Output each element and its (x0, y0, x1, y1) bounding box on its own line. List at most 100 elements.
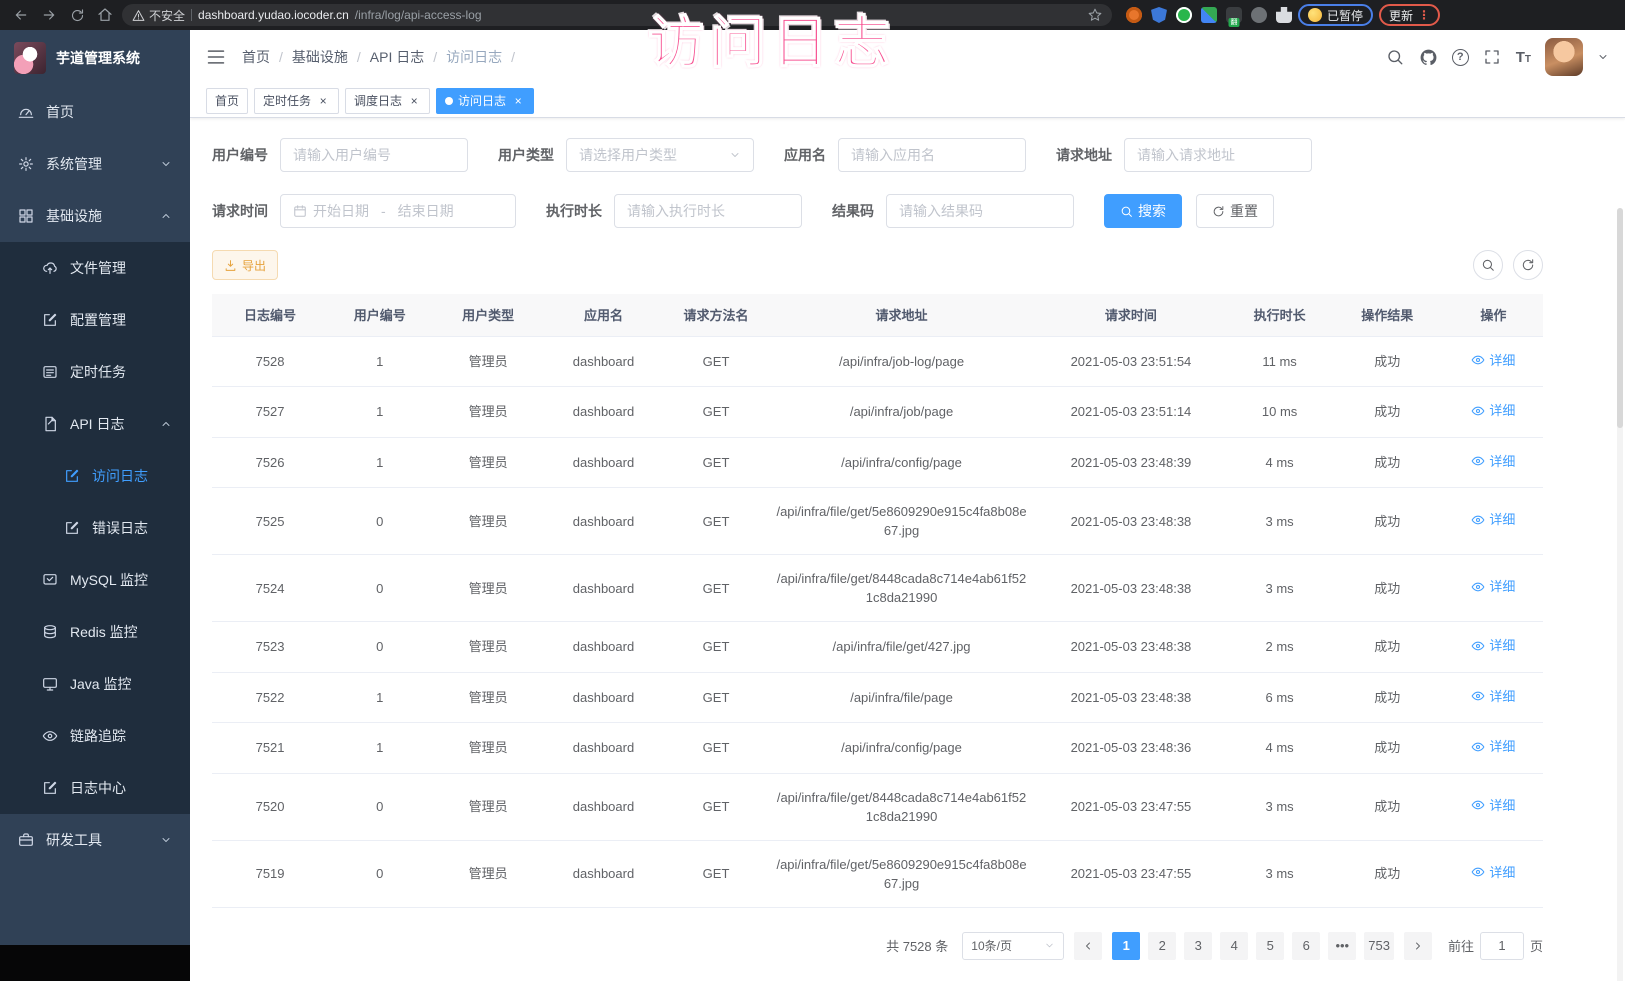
sidebar-item-error-log[interactable]: 错误日志 (0, 502, 190, 554)
sidebar-item-mysql-monitor[interactable]: MySQL 监控 (0, 554, 190, 606)
bookmark-star-icon[interactable] (1088, 8, 1102, 22)
home-icon[interactable] (94, 4, 116, 26)
eye-icon (1471, 689, 1485, 703)
next-page-button[interactable] (1404, 932, 1432, 960)
sidebar-item-trace[interactable]: 链路追踪 (0, 710, 190, 762)
page-button[interactable]: 753 (1364, 932, 1394, 960)
sidebar-item-log-center[interactable]: 日志中心 (0, 762, 190, 814)
export-button[interactable]: 导出 (212, 250, 278, 280)
user-avatar[interactable] (1545, 38, 1583, 76)
breadcrumb-item[interactable]: 首页 (242, 47, 270, 67)
page-button[interactable]: 2 (1148, 932, 1176, 960)
cell-log-id: 7520 (212, 773, 328, 840)
hamburger-icon[interactable] (206, 47, 226, 67)
breadcrumb-item[interactable]: API 日志 (370, 47, 424, 67)
url-divider (191, 9, 192, 21)
duration-input[interactable]: 请输入执行时长 (614, 194, 802, 228)
detail-link[interactable]: 详细 (1471, 687, 1515, 706)
jump-page-input[interactable] (1480, 932, 1524, 960)
extension-icon-grid[interactable] (1201, 7, 1217, 23)
cell-user-id: 1 (328, 672, 431, 723)
font-size-icon[interactable]: TT (1516, 49, 1531, 66)
user-id-input[interactable]: 请输入用户编号 (280, 138, 468, 172)
fullscreen-icon[interactable] (1483, 48, 1502, 67)
detail-link[interactable]: 详细 (1471, 510, 1515, 529)
page-button[interactable]: 3 (1184, 932, 1212, 960)
scrollbar-thumb[interactable] (1617, 208, 1623, 428)
toggle-search-button[interactable] (1473, 250, 1503, 280)
extension-icon-shield[interactable] (1151, 7, 1167, 23)
forward-icon[interactable] (38, 4, 60, 26)
breadcrumb-item[interactable]: 基础设施 (292, 47, 348, 67)
tab[interactable]: 访问日志 × (436, 88, 534, 114)
tab[interactable]: 调度日志 × (345, 88, 430, 114)
breadcrumb-item[interactable]: 访问日志 (446, 47, 502, 67)
column-header: 用户编号 (328, 294, 431, 336)
cell-request-time: 2021-05-03 23:47:55 (1033, 773, 1228, 840)
sidebar-item-scheduled-job[interactable]: 定时任务 (0, 346, 190, 398)
detail-link[interactable]: 详细 (1471, 351, 1515, 370)
result-code-input[interactable]: 请输入结果码 (886, 194, 1074, 228)
app-name-input[interactable]: 请输入应用名 (838, 138, 1026, 172)
user-type-select[interactable]: 请选择用户类型 (566, 138, 754, 172)
extension-icon-orange[interactable] (1126, 7, 1142, 23)
detail-link[interactable]: 详细 (1471, 796, 1515, 815)
pagination: 共 7528 条 10条/页 123456•••753 前往 页 (212, 932, 1543, 960)
cell-user-id: 1 (328, 336, 431, 387)
request-time-range-picker[interactable]: 开始日期 - 结束日期 (280, 194, 516, 228)
github-icon[interactable] (1419, 48, 1438, 67)
sidebar-item-config-manage[interactable]: 配置管理 (0, 294, 190, 346)
extension-icon-translate[interactable]: 翻 (1226, 7, 1242, 23)
cell-request-time: 2021-05-03 23:48:38 (1033, 555, 1228, 622)
sidebar-item-system[interactable]: 系统管理 (0, 138, 190, 190)
table-row: 7521 1 管理员 dashboard GET /api/infra/conf… (212, 723, 1543, 774)
tab[interactable]: 首页 × (206, 88, 248, 114)
search-button[interactable]: 搜索 (1104, 194, 1182, 228)
cell-duration: 3 ms (1229, 773, 1331, 840)
profile-paused-pill[interactable]: 已暂停 (1298, 4, 1373, 26)
refresh-table-button[interactable] (1513, 250, 1543, 280)
request-url-input[interactable]: 请输入请求地址 (1124, 138, 1312, 172)
sidebar-item-file-manage[interactable]: 文件管理 (0, 242, 190, 294)
extension-icon-green[interactable] (1176, 7, 1192, 23)
page-size-select[interactable]: 10条/页 (962, 932, 1064, 960)
sidebar-item-redis-monitor[interactable]: Redis 监控 (0, 606, 190, 658)
reload-icon[interactable] (66, 4, 88, 26)
detail-link[interactable]: 详细 (1471, 737, 1515, 756)
page-button[interactable]: 5 (1256, 932, 1284, 960)
close-icon[interactable]: × (407, 94, 421, 108)
close-icon[interactable]: × (316, 94, 330, 108)
reset-button[interactable]: 重置 (1196, 194, 1274, 228)
detail-link[interactable]: 详细 (1471, 636, 1515, 655)
back-icon[interactable] (10, 4, 32, 26)
extensions-puzzle-icon[interactable] (1276, 7, 1292, 23)
cell-result: 成功 (1331, 336, 1444, 387)
grid-icon (18, 208, 34, 224)
chevron-down-icon[interactable] (1597, 51, 1609, 63)
sidebar-item-api-log[interactable]: API 日志 (0, 398, 190, 450)
sidebar-item-dev-tools[interactable]: 研发工具 (0, 814, 190, 866)
sidebar-item-home[interactable]: 首页 (0, 86, 190, 138)
page-button[interactable]: ••• (1328, 932, 1356, 960)
close-icon[interactable]: × (511, 94, 525, 108)
scrollbar[interactable] (1617, 208, 1623, 981)
extension-icon-misc[interactable] (1251, 7, 1267, 23)
prev-page-button[interactable] (1074, 932, 1102, 960)
sidebar-item-infra[interactable]: 基础设施 (0, 190, 190, 242)
browser-update-button[interactable]: 更新 ⋮ (1379, 4, 1440, 26)
sidebar-item-access-log[interactable]: 访问日志 (0, 450, 190, 502)
tab[interactable]: 定时任务 × (254, 88, 339, 114)
detail-link[interactable]: 详细 (1471, 452, 1515, 471)
cell-actions: 详细 (1444, 723, 1543, 774)
sidebar-item-java-monitor[interactable]: Java 监控 (0, 658, 190, 710)
detail-link[interactable]: 详细 (1471, 577, 1515, 596)
page-button[interactable]: 1 (1112, 932, 1140, 960)
browser-menu-icon[interactable]: ⋮ (1418, 8, 1430, 22)
search-icon[interactable] (1386, 48, 1405, 67)
help-icon[interactable]: ? (1452, 49, 1469, 66)
page-button[interactable]: 4 (1220, 932, 1248, 960)
url-bar[interactable]: 不安全 dashboard.yudao.iocoder.cn/infra/log… (122, 4, 1112, 26)
detail-link[interactable]: 详细 (1471, 863, 1515, 882)
page-button[interactable]: 6 (1292, 932, 1320, 960)
detail-link[interactable]: 详细 (1471, 401, 1515, 420)
